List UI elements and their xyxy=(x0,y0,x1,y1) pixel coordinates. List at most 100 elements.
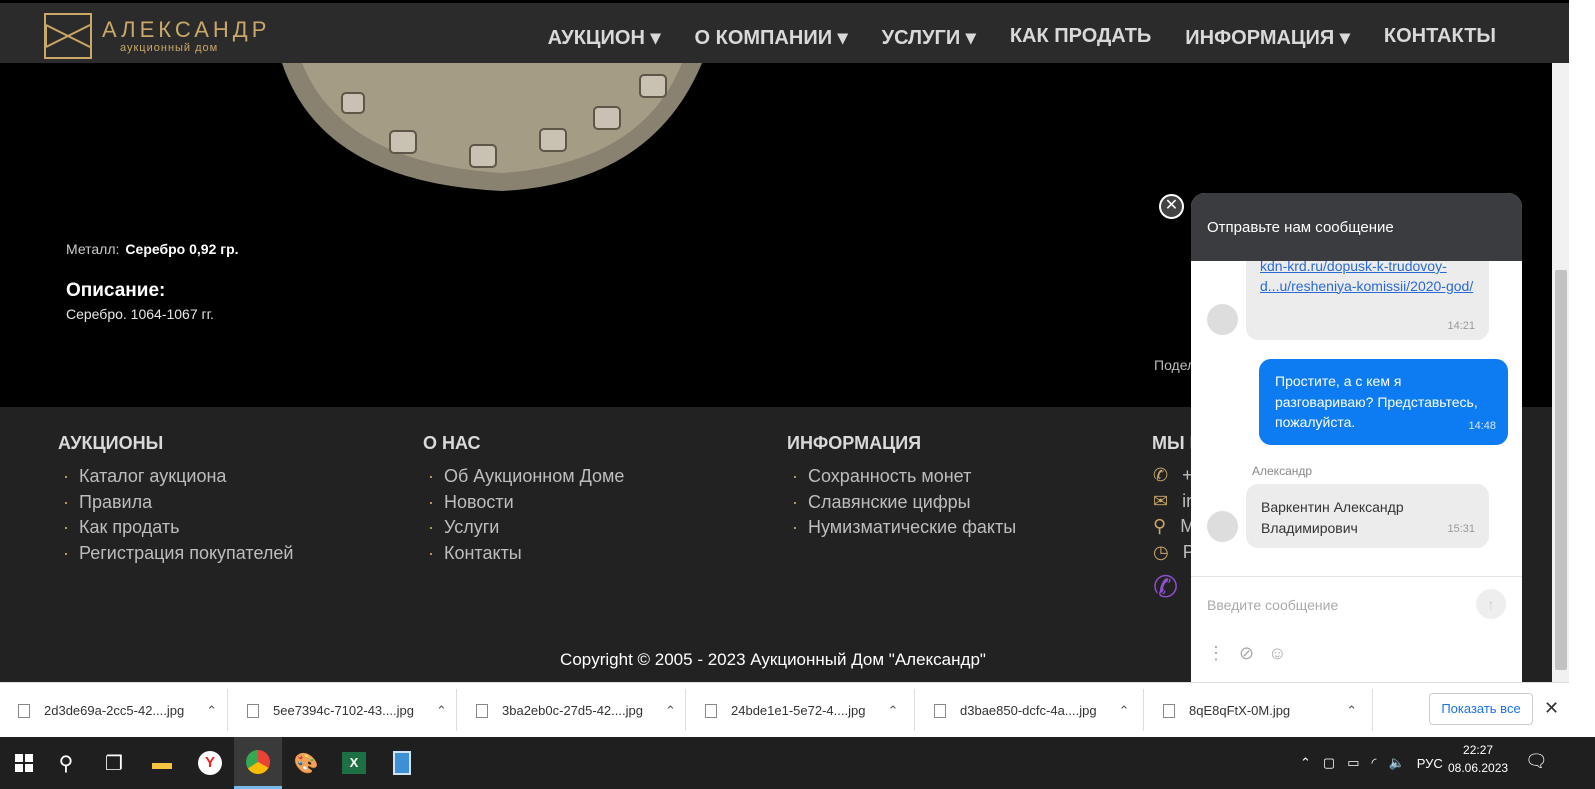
contact-list: ✆ + ✉ in ⚲ М ◷ Р ✆ xyxy=(1153,463,1196,609)
send-button[interactable]: ↑ xyxy=(1476,589,1506,619)
divider xyxy=(685,689,686,731)
mail-icon: ✉ xyxy=(1153,490,1169,511)
chevron-up-icon[interactable]: ⌃ xyxy=(1346,703,1357,719)
footer-about-title: О НАС xyxy=(423,433,481,453)
divider xyxy=(227,689,228,731)
system-tray: ⌃ ▢ ▭ ◜ 🔈 РУС xyxy=(1300,737,1443,789)
divider xyxy=(1143,689,1144,731)
nav-auction[interactable]: АУКЦИОН ▾ xyxy=(548,25,661,50)
chevron-up-icon[interactable]: ⌃ xyxy=(887,703,898,719)
show-all-button[interactable]: Показать все xyxy=(1429,693,1533,725)
footer-link[interactable]: Об Аукционном Доме xyxy=(423,464,624,490)
download-filename: 3ba2eb0c-27d5-42....jpg xyxy=(502,703,643,718)
paint-icon[interactable]: 🎨 xyxy=(282,737,330,789)
chat-messages[interactable]: kdn-krd.ru/dopusk-k-trudovoy-d...u/reshe… xyxy=(1191,261,1522,576)
footer-link[interactable]: Услуги xyxy=(423,515,624,541)
footer-link[interactable]: Каталог аукциона xyxy=(58,464,293,490)
coin-image[interactable] xyxy=(262,63,740,208)
notifications-icon[interactable]: 🗨 xyxy=(1525,751,1548,772)
emoji-icon[interactable]: ☺ xyxy=(1268,643,1286,664)
close-icon[interactable]: ✕ xyxy=(1544,698,1559,719)
device-icon[interactable]: ▢ xyxy=(1323,755,1335,771)
description-text: Серебро. 1064-1067 гг. xyxy=(66,306,214,322)
footer-about: О НАС Об Аукционном Доме Новости Услуги … xyxy=(423,433,624,566)
logo-title: АЛЕКСАНДР xyxy=(102,17,271,42)
footer-info: ИНФОРМАЦИЯ Сохранность монет Славянские … xyxy=(787,433,1016,541)
nav-services[interactable]: УСЛУГИ ▾ xyxy=(882,25,976,50)
attach-icon[interactable]: ⊘ xyxy=(1239,643,1254,664)
download-filename: 5ee7394c-7102-43....jpg xyxy=(273,703,414,718)
download-item[interactable]: 8qE8qFtX-0M.jpg ⌃ xyxy=(1163,683,1357,738)
nav-how-to-sell[interactable]: КАК ПРОДАТЬ xyxy=(1010,25,1151,50)
agent-avatar xyxy=(1207,511,1238,542)
chevron-up-icon[interactable]: ⌃ xyxy=(665,703,676,719)
nav-contacts[interactable]: КОНТАКТЫ xyxy=(1384,25,1496,50)
nav-about-company[interactable]: О КОМПАНИИ ▾ xyxy=(695,25,848,50)
scrollbar-thumb[interactable] xyxy=(1555,270,1567,670)
footer-link[interactable]: Новости xyxy=(423,490,624,516)
footer-link[interactable]: Как продать xyxy=(58,515,293,541)
clock[interactable]: 22:27 08.06.2023 xyxy=(1448,741,1508,777)
clock-time: 22:27 xyxy=(1463,743,1494,757)
excel-icon[interactable]: X xyxy=(330,737,378,789)
footer-auctions: АУКЦИОНЫ Каталог аукциона Правила Как пр… xyxy=(58,433,293,566)
footer-link[interactable]: Правила xyxy=(58,490,293,516)
download-item[interactable]: 3ba2eb0c-27d5-42....jpg ⌃ xyxy=(476,683,676,738)
download-item[interactable]: 2d3de69a-2cc5-42....jpg ⌃ xyxy=(18,683,217,738)
chevron-up-icon[interactable]: ⌃ xyxy=(436,703,447,719)
nav-information[interactable]: ИНФОРМАЦИЯ ▾ xyxy=(1185,25,1350,50)
download-filename: 24bde1e1-5e72-4....jpg xyxy=(731,703,866,718)
file-icon xyxy=(1163,703,1175,718)
clock-icon: ◷ xyxy=(1153,541,1169,562)
volume-icon[interactable]: 🔈 xyxy=(1389,755,1405,771)
main-nav: АУКЦИОН ▾ О КОМПАНИИ ▾ УСЛУГИ ▾ КАК ПРОД… xyxy=(548,25,1496,50)
windows-start-icon[interactable] xyxy=(0,737,48,789)
divider xyxy=(914,689,915,731)
calculator-icon[interactable] xyxy=(378,737,426,789)
chrome-icon[interactable] xyxy=(234,737,282,789)
metal-value: Серебро 0,92 гр. xyxy=(125,241,239,257)
download-item[interactable]: 24bde1e1-5e72-4....jpg ⌃ xyxy=(705,683,898,738)
viber-icon[interactable]: ✆ xyxy=(1153,570,1178,605)
phone-icon: ✆ xyxy=(1153,465,1169,486)
message-time: 14:48 xyxy=(1468,419,1496,432)
site-header: АЛЕКСАНДР аукционный дом АУКЦИОН ▾ О КОМ… xyxy=(0,0,1578,63)
taskbar: ⚲ ❐ ▬ Y 🎨 X ⌃ ▢ ▭ ◜ 🔈 РУС 22:27 08.06.20… xyxy=(0,737,1595,789)
footer-link[interactable]: Славянские цифры xyxy=(787,490,1016,516)
search-icon[interactable]: ⚲ xyxy=(42,737,90,789)
message-link[interactable]: kdn-krd.ru/dopusk-k-trudovoy-d...u/reshe… xyxy=(1260,261,1478,296)
window-edge xyxy=(1569,0,1595,789)
footer-link[interactable]: Нумизматические факты xyxy=(787,515,1016,541)
message-input[interactable]: Введите сообщение xyxy=(1207,597,1338,613)
wifi-icon[interactable]: ◜ xyxy=(1372,755,1377,771)
language-indicator[interactable]: РУС xyxy=(1417,756,1443,771)
task-view-icon[interactable]: ❐ xyxy=(90,737,138,789)
file-explorer-icon[interactable]: ▬ xyxy=(138,737,186,789)
agent-name: Александр xyxy=(1252,464,1313,478)
file-icon xyxy=(934,703,946,718)
chevron-up-icon[interactable]: ⌃ xyxy=(206,703,217,719)
yandex-browser-icon[interactable]: Y xyxy=(186,737,234,789)
chevron-up-icon[interactable]: ⌃ xyxy=(1119,703,1130,719)
message-time: 14:21 xyxy=(1447,320,1475,332)
metal-label: Металл: xyxy=(66,241,120,257)
footer-link[interactable]: Сохранность монет xyxy=(787,464,1016,490)
download-item[interactable]: d3bae850-dcfc-4a....jpg ⌃ xyxy=(934,683,1130,738)
more-icon[interactable]: ⋮ xyxy=(1207,643,1225,664)
chat-close-button[interactable]: ✕ xyxy=(1159,194,1184,219)
battery-icon[interactable]: ▭ xyxy=(1347,755,1359,771)
chat-widget: Отправьте нам сообщение kdn-krd.ru/dopus… xyxy=(1191,193,1522,682)
chat-divider xyxy=(1191,576,1522,577)
download-item[interactable]: 5ee7394c-7102-43....jpg ⌃ xyxy=(247,683,447,738)
logo[interactable]: АЛЕКСАНДР аукционный дом xyxy=(44,13,270,59)
description-heading: Описание: xyxy=(66,280,166,301)
message-bubble-outgoing: Простите, а с кем я разговариваю? Предст… xyxy=(1259,359,1508,445)
footer-link[interactable]: Контакты xyxy=(423,541,624,567)
download-filename: 2d3de69a-2cc5-42....jpg xyxy=(44,703,185,718)
chat-header: Отправьте нам сообщение xyxy=(1191,193,1522,261)
footer-auctions-title: АУКЦИОНЫ xyxy=(58,433,164,453)
footer-link[interactable]: Регистрация покупателей xyxy=(58,541,293,567)
clock-date: 08.06.2023 xyxy=(1448,761,1509,775)
logo-mark-icon xyxy=(44,13,92,59)
chevron-up-icon[interactable]: ⌃ xyxy=(1300,755,1311,771)
